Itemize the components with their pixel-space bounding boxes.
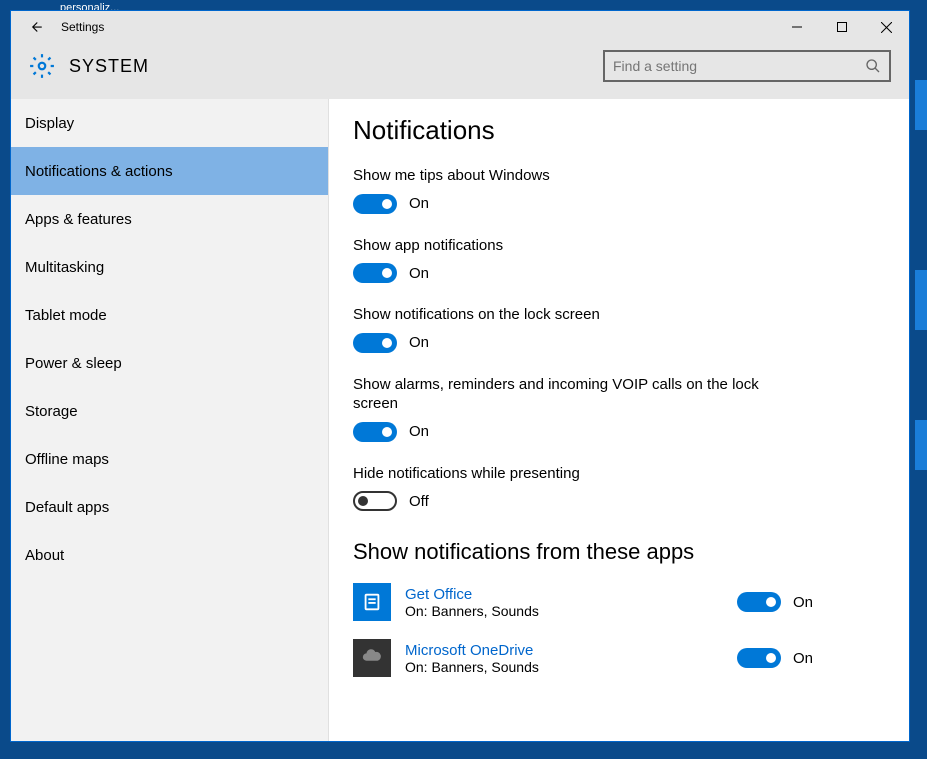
titlebar: Settings [11,11,909,43]
sidebar-item-storage[interactable]: Storage [11,387,328,435]
sidebar-item-label: About [25,547,64,564]
back-button[interactable] [21,13,49,41]
toggle-switch[interactable] [737,648,781,668]
sidebar-item-tablet-mode[interactable]: Tablet mode [11,291,328,339]
setting-row: Hide notifications while presenting Off [353,464,885,512]
content-area: Notifications Show me tips about Windows… [329,99,909,741]
toggle-state-label: On [793,594,813,611]
setting-label: Hide notifications while presenting [353,464,773,484]
toggle-switch[interactable] [353,194,397,214]
maximize-icon [837,22,847,32]
search-icon [865,58,881,74]
header: SYSTEM [11,43,909,99]
toggle-knob [766,597,776,607]
apps-section-heading: Show notifications from these apps [353,539,885,565]
sidebar-item-default-apps[interactable]: Default apps [11,483,328,531]
sidebar-item-apps-features[interactable]: Apps & features [11,195,328,243]
setting-row: Show alarms, reminders and incoming VOIP… [353,375,885,442]
setting-row: Show app notifications On [353,236,885,284]
sidebar-item-offline-maps[interactable]: Offline maps [11,435,328,483]
app-detail: On: Banners, Sounds [405,659,737,675]
toggle-state-label: On [409,334,429,351]
sidebar-item-label: Multitasking [25,259,104,276]
toggle-knob [382,427,392,437]
setting-label: Show notifications on the lock screen [353,305,773,325]
setting-label: Show alarms, reminders and incoming VOIP… [353,375,773,414]
onedrive-icon [353,639,391,677]
window-title: Settings [61,20,104,34]
setting-label: Show me tips about Windows [353,166,773,186]
toggle-state-label: On [409,423,429,440]
setting-label: Show app notifications [353,236,773,256]
search-box[interactable] [603,50,891,82]
setting-row: Show me tips about Windows On [353,166,885,214]
app-name: Microsoft OneDrive [405,642,737,659]
sidebar-item-label: Notifications & actions [25,163,173,180]
gear-icon [29,53,55,79]
content-heading: Notifications [353,115,885,146]
sidebar-item-label: Display [25,115,74,132]
toggle-switch[interactable] [353,422,397,442]
sidebar: Display Notifications & actions Apps & fea… [11,99,329,741]
toggle-switch[interactable] [353,333,397,353]
sidebar-item-label: Tablet mode [25,307,107,324]
minimize-button[interactable] [774,11,819,43]
app-detail: On: Banners, Sounds [405,603,737,619]
app-notification-row[interactable]: Get OfficeOn: Banners, Sounds On [353,583,813,621]
office-icon [353,583,391,621]
toggle-knob [358,496,368,506]
page-title: SYSTEM [69,56,149,77]
setting-row: Show notifications on the lock screen On [353,305,885,353]
toggle-state-label: On [409,265,429,282]
toggle-knob [382,268,392,278]
toggle-knob [382,338,392,348]
toggle-knob [382,199,392,209]
sidebar-item-label: Default apps [25,499,109,516]
toggle-state-label: On [793,650,813,667]
search-input[interactable] [613,58,865,74]
sidebar-item-power-sleep[interactable]: Power & sleep [11,339,328,387]
toggle-state-label: On [409,195,429,212]
settings-window: Settings SYSTEM Display Notifications & a… [10,10,910,742]
maximize-button[interactable] [819,11,864,43]
sidebar-item-display[interactable]: Display [11,99,328,147]
sidebar-item-about[interactable]: About [11,531,328,579]
app-name: Get Office [405,586,737,603]
minimize-icon [792,22,802,32]
toggle-state-label: Off [409,493,429,510]
app-notification-row[interactable]: Microsoft OneDriveOn: Banners, Sounds On [353,639,813,677]
sidebar-item-label: Apps & features [25,211,132,228]
toggle-switch[interactable] [353,491,397,511]
sidebar-item-notifications-actions[interactable]: Notifications & actions [11,147,328,195]
sidebar-item-label: Storage [25,403,78,420]
back-arrow-icon [26,18,44,36]
sidebar-item-label: Power & sleep [25,355,122,372]
close-button[interactable] [864,11,909,43]
close-icon [881,22,892,33]
app-info: Get OfficeOn: Banners, Sounds [405,586,737,619]
toggle-knob [766,653,776,663]
app-info: Microsoft OneDriveOn: Banners, Sounds [405,642,737,675]
toggle-switch[interactable] [353,263,397,283]
sidebar-item-label: Offline maps [25,451,109,468]
sidebar-item-multitasking[interactable]: Multitasking [11,243,328,291]
toggle-switch[interactable] [737,592,781,612]
